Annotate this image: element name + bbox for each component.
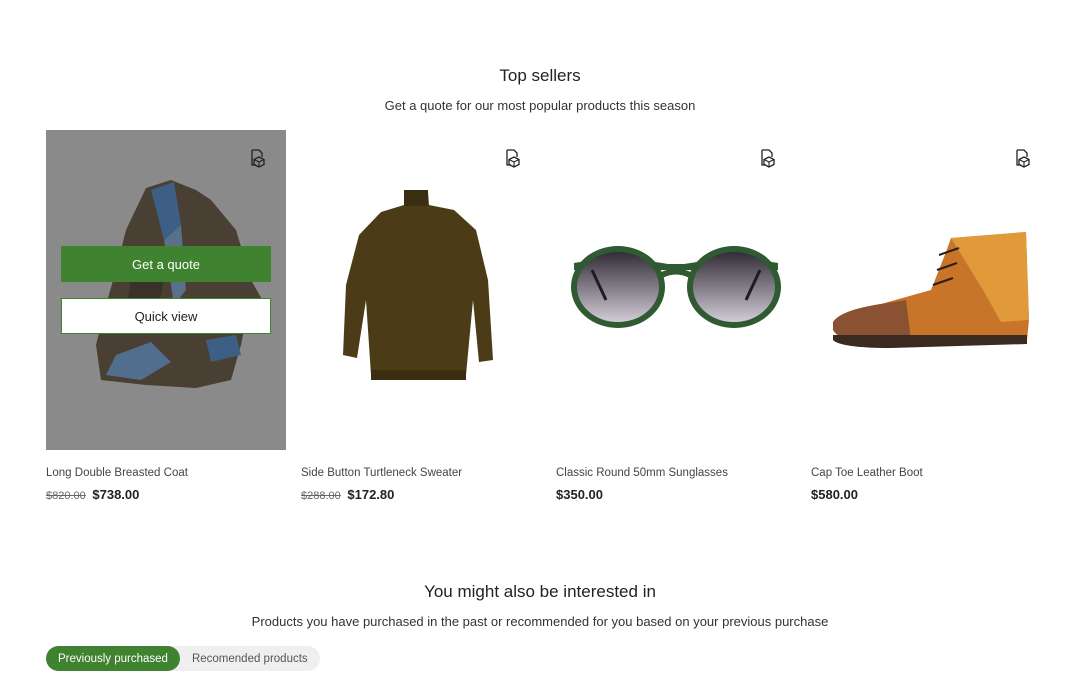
product-image-area[interactable] bbox=[556, 130, 796, 450]
boot-image bbox=[833, 232, 1029, 348]
product-image-area[interactable] bbox=[301, 130, 541, 450]
product-name[interactable]: Cap Toe Leather Boot bbox=[811, 467, 1051, 479]
current-price: $738.00 bbox=[92, 487, 140, 502]
quote-request-icon[interactable] bbox=[248, 148, 268, 168]
top-sellers-subtitle: Get a quote for our most popular product… bbox=[384, 98, 696, 113]
tab-previously-purchased[interactable]: Previously purchased bbox=[46, 646, 180, 671]
coat-image bbox=[96, 180, 271, 388]
product-card[interactable]: Cap Toe Leather Boot $580.00 bbox=[811, 130, 1051, 502]
product-name[interactable]: Long Double Breasted Coat bbox=[46, 467, 286, 479]
quote-request-icon[interactable] bbox=[758, 148, 778, 168]
current-price: $580.00 bbox=[811, 487, 858, 502]
interested-subtitle: Products you have purchased in the past … bbox=[251, 614, 829, 629]
product-image-area[interactable] bbox=[811, 130, 1051, 450]
product-tabs: Previously purchased Recomended products bbox=[46, 646, 320, 671]
old-price: $820.00 bbox=[46, 490, 86, 502]
old-price: $288.00 bbox=[301, 490, 341, 502]
get-quote-button[interactable]: Get a quote bbox=[61, 246, 271, 282]
product-name[interactable]: Classic Round 50mm Sunglasses bbox=[556, 467, 796, 479]
sunglasses-image bbox=[571, 246, 781, 328]
product-prices: $350.00 bbox=[556, 487, 796, 502]
quote-request-icon[interactable] bbox=[503, 148, 523, 168]
current-price: $172.80 bbox=[347, 487, 395, 502]
current-price: $350.00 bbox=[556, 487, 603, 502]
product-prices: $580.00 bbox=[811, 487, 1051, 502]
product-image-area[interactable]: Get a quote Quick view bbox=[46, 130, 286, 450]
product-prices: $820.00 $738.00 bbox=[46, 487, 286, 502]
quick-view-button[interactable]: Quick view bbox=[61, 298, 271, 334]
product-card[interactable]: Side Button Turtleneck Sweater $288.00 $… bbox=[301, 130, 541, 502]
product-card[interactable]: Get a quote Quick view Long Double Breas… bbox=[46, 130, 286, 502]
product-card[interactable]: Classic Round 50mm Sunglasses $350.00 bbox=[556, 130, 796, 502]
tab-recommended-products[interactable]: Recomended products bbox=[180, 646, 320, 671]
top-sellers-title: Top sellers bbox=[499, 66, 581, 85]
quote-request-icon[interactable] bbox=[1013, 148, 1033, 168]
interested-title: You might also be interested in bbox=[424, 582, 656, 601]
product-prices: $288.00 $172.80 bbox=[301, 487, 541, 502]
sweater-image bbox=[343, 190, 493, 380]
product-name[interactable]: Side Button Turtleneck Sweater bbox=[301, 467, 541, 479]
